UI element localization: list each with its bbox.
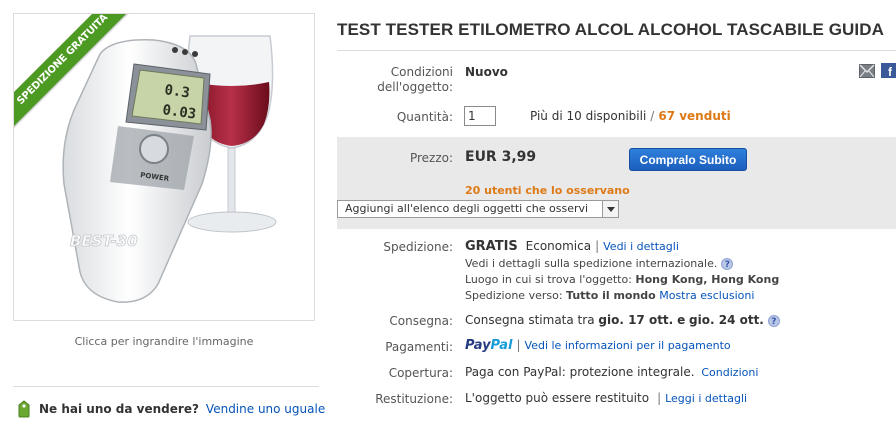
ship-to: Spedizione verso: Tutto il mondo Mostra … [465,289,754,302]
returns-row: L'oggetto può essere restituito | Leggi i … [465,391,748,405]
delivery-estimate: Consegna stimata tra gio. 17 ott. e gio.… [465,313,780,327]
shipping-intl-text: Vedi i dettagli sulla spedizione interna… [465,257,718,270]
coverage-conditions-link[interactable]: Condizioni [701,366,758,379]
available-count: Più di 10 disponibili [530,109,647,123]
shipping-details-link[interactable]: Vedi i dettagli [603,240,679,253]
coverage-text: Paga con PayPal: protezione integrale. [465,365,695,379]
shipping-summary: GRATIS Economica | Vedi i dettagli [465,239,679,254]
product-image[interactable]: 0.3 0.03 POWER BEST-30 SPEDIZIONE GRATUI… [13,13,315,321]
returns-details-link[interactable]: Leggi i dettagli [665,392,747,405]
returns-label: Restituzione: [375,392,453,406]
payments-label: Pagamenti: [385,340,453,354]
sell-similar-link[interactable]: Vendine uno uguale [206,402,325,416]
info-icon[interactable]: ? [721,258,734,270]
coverage-row: Paga con PayPal: protezione integrale. C… [465,365,758,379]
delivery-prefix: Consegna stimata tra [465,313,595,327]
shipping-method: Economica [525,239,592,253]
ship-to-value: Tutto il mondo [566,289,656,302]
sold-count-link[interactable]: 67 venduti [658,109,730,123]
watchers-count: 20 utenti che lo osservano [465,184,630,197]
chevron-down-icon[interactable] [602,201,618,217]
price-label: Prezzo: [409,151,453,165]
quantity-input[interactable] [464,106,496,126]
delivery-conj: e [677,313,686,327]
coverage-label: Copertura: [388,366,453,380]
payments-row: PayPal | Vedi le informazioni per il pagam… [465,338,731,353]
product-title: TEST TESTER ETILOMETRO ALCOL ALCOHOL TAS… [337,20,884,39]
sell-question: Ne hai uno da vendere? [39,402,199,416]
delivery-label: Consegna: [389,314,453,328]
divider [13,386,319,387]
item-location-label: Luogo in cui si trova l'oggetto: [465,273,632,286]
add-to-watchlist-select[interactable]: Aggiungi all'elenco degli oggetti che os… [337,200,619,218]
watermark: BEST-30 [70,232,138,250]
item-location: Luogo in cui si trova l'oggetto: Hong Ko… [465,273,779,286]
buy-it-now-button[interactable]: Compralo Subito [629,148,747,171]
delivery-date-to: gio. 24 ott. [689,313,764,327]
delivery-date-from: gio. 17 ott. [598,313,674,327]
info-icon[interactable]: ? [767,314,780,327]
watch-select-label: Aggiungi all'elenco degli oggetti che os… [345,202,589,215]
image-caption[interactable]: Clicca per ingrandire l'immagine [13,335,315,348]
shipping-free: GRATIS [465,239,518,254]
ship-to-label: Spedizione verso: [465,289,563,302]
shipping-label: Spedizione: [383,240,453,254]
payment-info-link[interactable]: Vedi le informazioni per il pagamento [525,339,731,352]
item-location-value: Hong Kong, Hong Kong [635,273,780,286]
quantity-availability: Più di 10 disponibili/67 venduti [530,109,731,123]
paypal-logo-part2: Pal [490,338,513,353]
paypal-logo: PayPal [465,338,512,353]
quantity-label: Quantità: [396,110,453,124]
condition-value: Nuovo [465,65,508,79]
exclusions-link[interactable]: Mostra esclusioni [659,289,754,302]
shipping-intl: Vedi i dettagli sulla spedizione interna… [465,257,734,270]
price-tag-icon [18,400,30,418]
condition-label: Condizioni dell'oggetto: [377,65,453,94]
sell-similar-row: Ne hai uno da vendere? Vendine uno ugual… [17,400,325,418]
email-icon[interactable] [859,64,875,78]
title-divider [337,50,896,51]
price-value: EUR 3,99 [465,149,537,165]
returns-text: L'oggetto può essere restituito [465,391,650,405]
paypal-logo-part1: Pay [465,338,491,353]
facebook-icon[interactable]: f [881,63,896,78]
